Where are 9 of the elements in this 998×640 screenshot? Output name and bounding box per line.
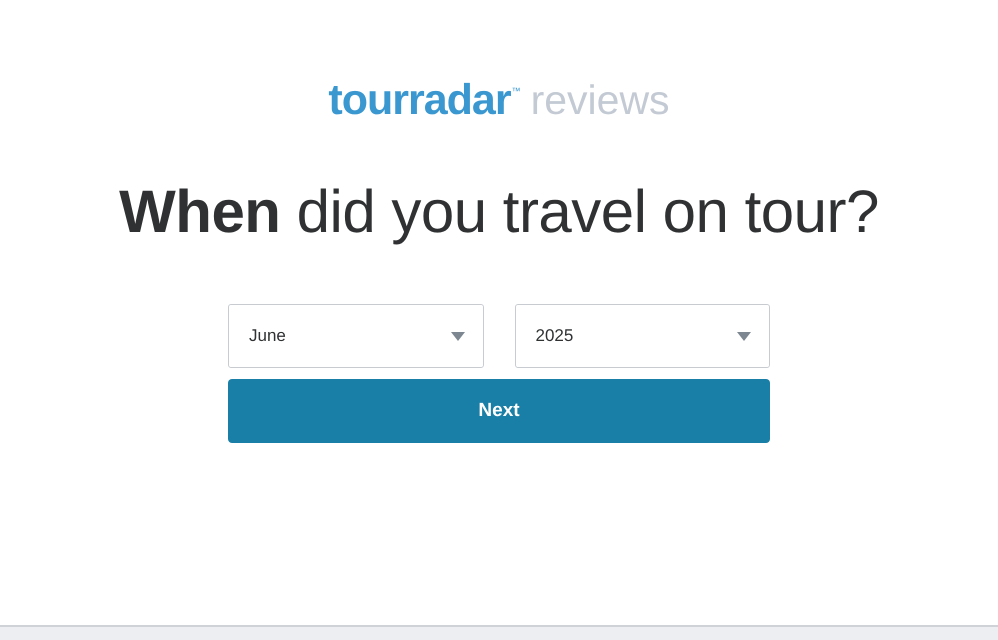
logo-wordmark: tourradar (328, 76, 511, 124)
logo-suffix: reviews (530, 76, 670, 124)
caret-down-icon (450, 332, 464, 340)
dropdown-field[interactable]: June (228, 304, 484, 368)
question-heading: When did you travel on tour? (119, 177, 879, 247)
trademark-mark: ™ (512, 86, 521, 96)
caret-down-icon (737, 332, 751, 340)
dropdown-field[interactable]: 2025 (514, 304, 770, 368)
next-button[interactable]: Next (228, 379, 770, 443)
